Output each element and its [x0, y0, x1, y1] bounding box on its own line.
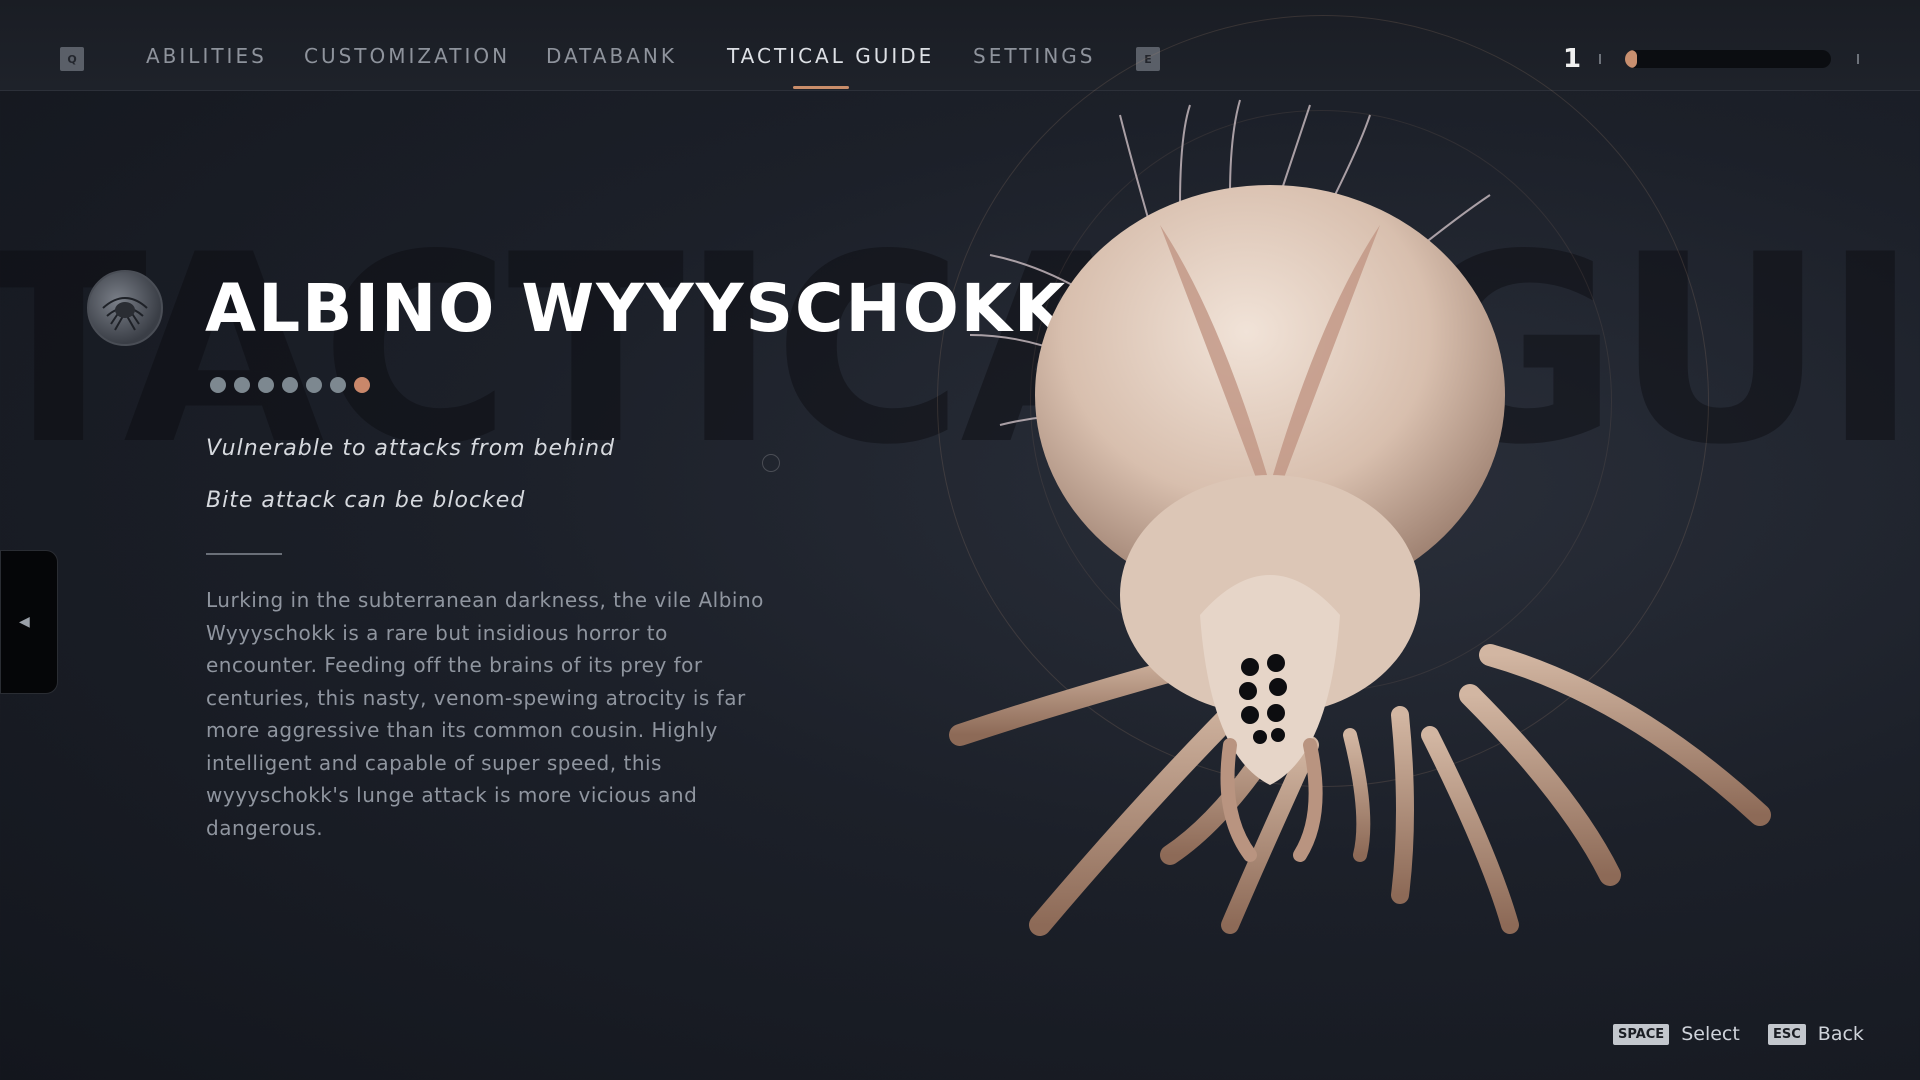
tab-tactical-guide[interactable]: TACTICAL GUIDE	[727, 44, 934, 68]
tactical-hint-1: Vulnerable to attacks from behind	[206, 436, 616, 461]
page-dot	[234, 377, 250, 393]
select-label: Select	[1681, 1023, 1740, 1045]
decor-ring-dot	[762, 454, 780, 472]
space-key-badge: SPACE	[1613, 1023, 1670, 1045]
tab-settings[interactable]: SETTINGS	[973, 44, 1095, 68]
albino-wyyyschokk-creature-image	[949, 99, 1771, 936]
chevron-left-icon: ◀	[19, 614, 30, 630]
tab-abilities[interactable]: ABILITIES	[146, 44, 267, 68]
page-dot	[306, 377, 322, 393]
xp-progress-fill	[1625, 50, 1638, 68]
xp-bar-right-tick	[1857, 54, 1859, 64]
page-dot	[282, 377, 298, 393]
back-label: Back	[1817, 1023, 1864, 1045]
xp-progress-bar	[1625, 50, 1831, 68]
tactical-hint-2: Bite attack can be blocked	[206, 488, 526, 513]
level-number: 1	[1563, 44, 1582, 74]
page-dot	[258, 377, 274, 393]
page-dot	[330, 377, 346, 393]
xp-bar-left-tick	[1599, 54, 1601, 64]
select-button[interactable]: SPACE Select	[1613, 1023, 1740, 1045]
esc-key-badge: ESC	[1768, 1023, 1806, 1045]
wyyyschokk-emblem-icon	[87, 270, 163, 346]
prev-tab-key-badge[interactable]: Q	[60, 47, 84, 71]
side-collapse-tab[interactable]: ◀	[0, 550, 58, 694]
top-nav-bar: Q ABILITIES CUSTOMIZATION DATABANK TACTI…	[0, 0, 1920, 91]
page-dot	[210, 377, 226, 393]
enemy-description: Lurking in the subterranean darkness, th…	[206, 588, 764, 840]
back-button[interactable]: ESC Back	[1768, 1023, 1864, 1045]
tab-customization[interactable]: CUSTOMIZATION	[304, 44, 510, 68]
section-divider	[206, 553, 282, 555]
page-dot	[354, 377, 370, 393]
page-dots-indicator	[210, 377, 370, 393]
tab-databank[interactable]: DATABANK	[546, 44, 677, 68]
active-tab-indicator	[793, 86, 849, 89]
